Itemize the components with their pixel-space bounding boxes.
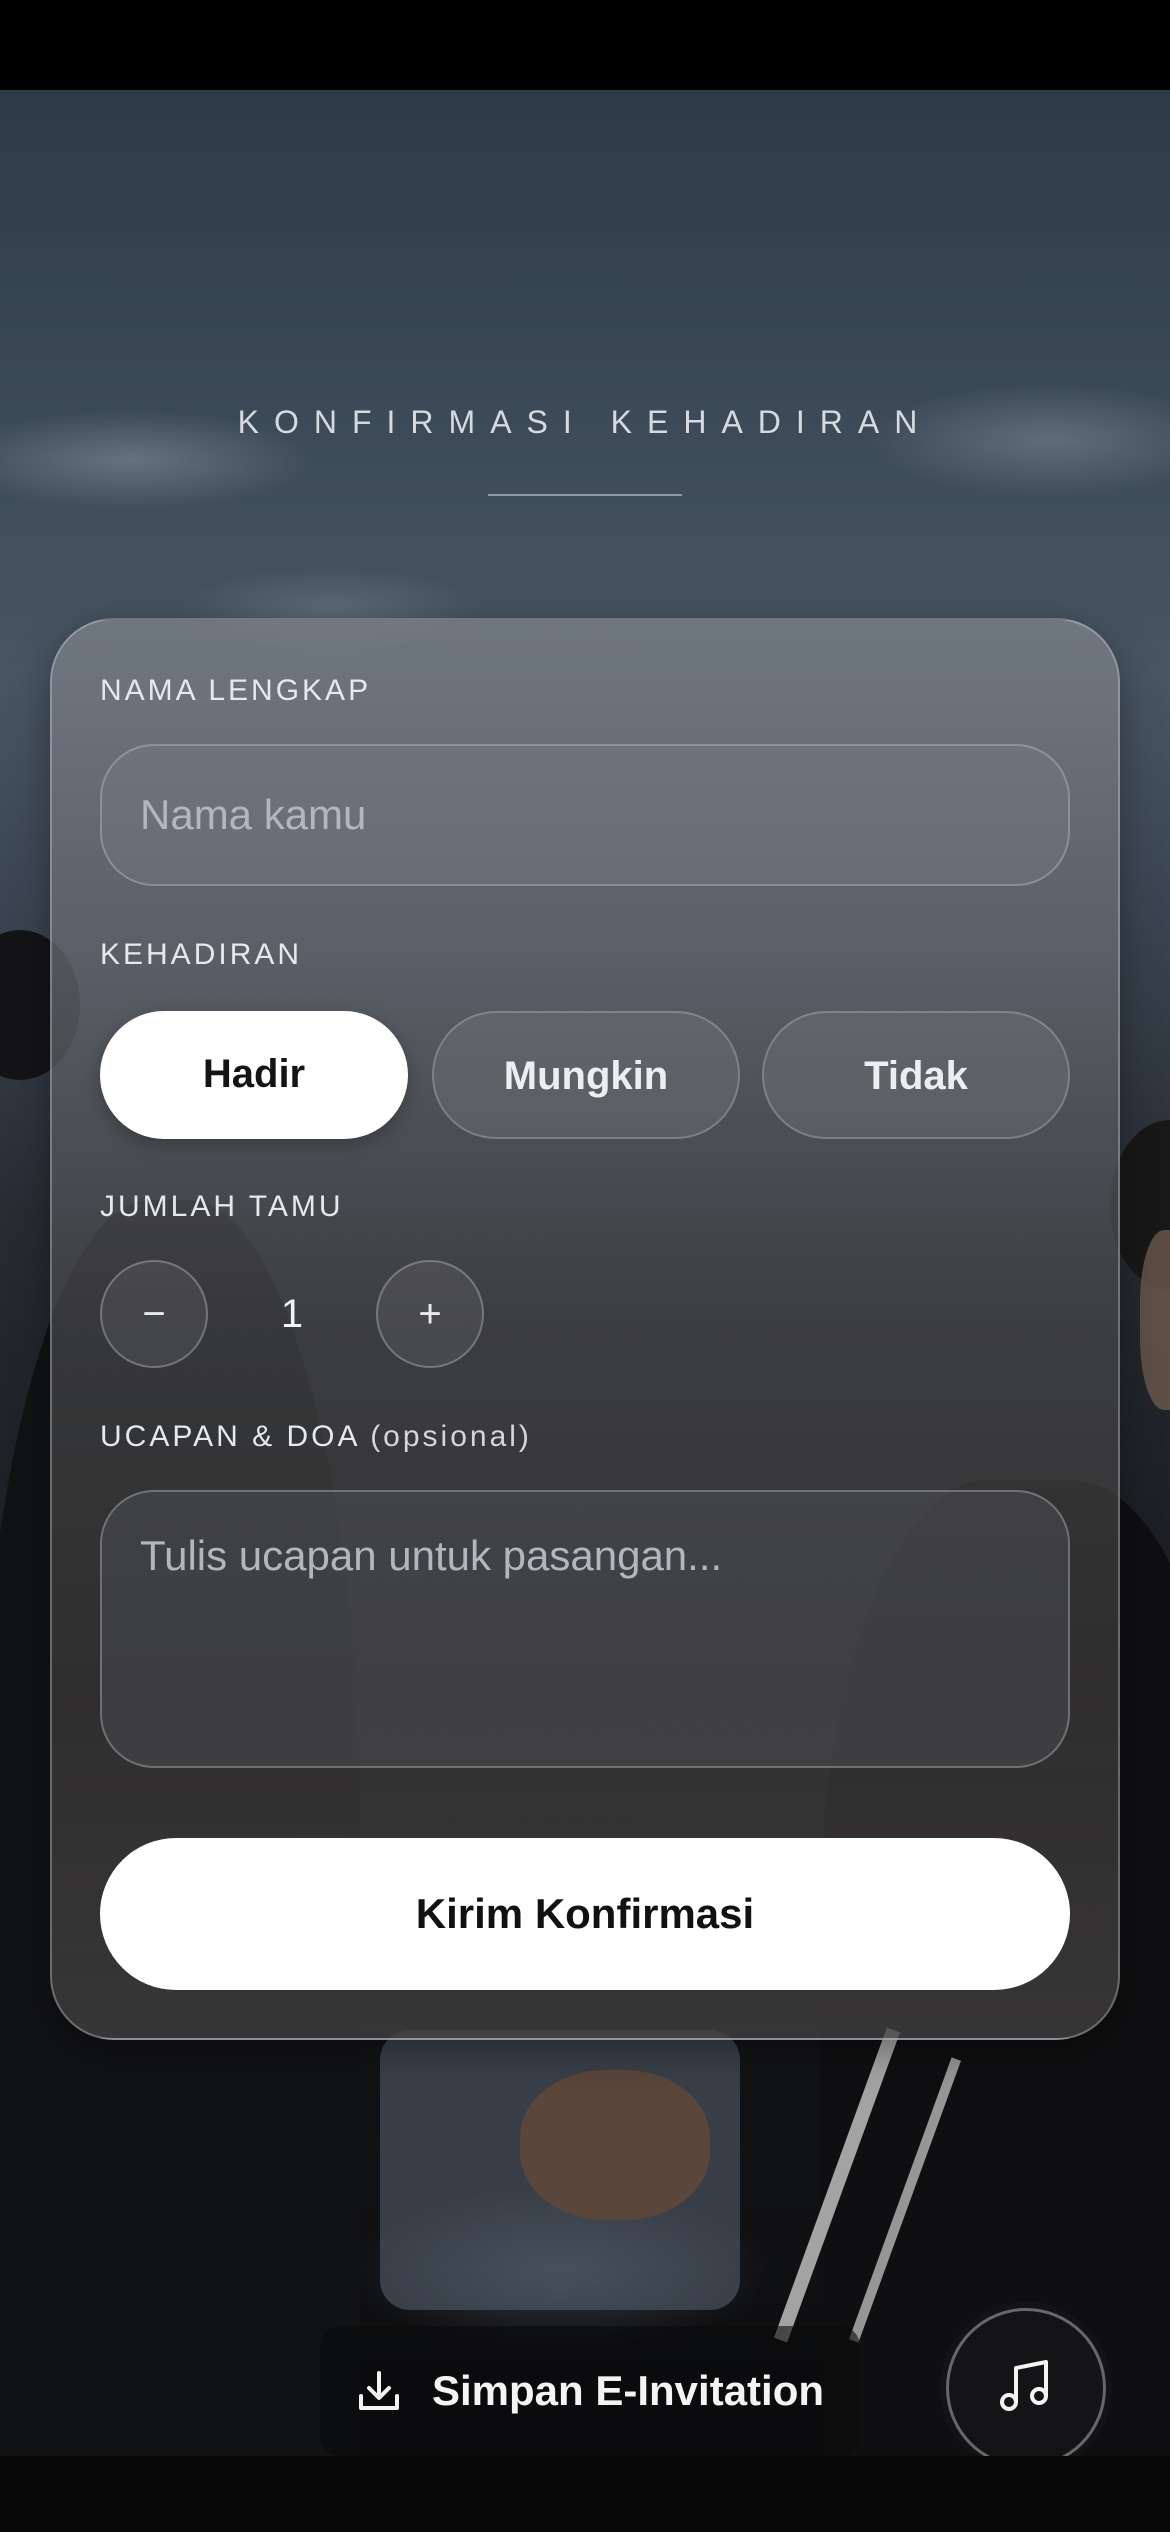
attendance-option-mungkin[interactable]: Mungkin [432,1011,740,1139]
home-indicator-area [0,2456,1170,2532]
background-figure-right-skin [1140,1230,1170,1410]
guests-label: JUMLAH TAMU [100,1190,344,1223]
guests-decrement-button[interactable]: − [100,1260,208,1368]
message-textarea[interactable]: Tulis ucapan untuk pasangan... [100,1490,1070,1768]
message-textarea-placeholder: Tulis ucapan untuk pasangan... [140,1532,723,1579]
download-icon [356,2368,402,2414]
invitation-screen: KONFIRMASI KEHADIRAN NAMA LENGKAP Nama k… [0,0,1170,2532]
title-divider [488,494,682,496]
background-holding-hands [520,2070,710,2220]
name-input[interactable]: Nama kamu [100,744,1070,886]
section-title: KONFIRMASI KEHADIRAN [237,404,933,440]
guests-increment-button[interactable]: + [376,1260,484,1368]
music-note-icon [994,2354,1058,2423]
save-invitation-label: Simpan E-Invitation [431,2367,825,2414]
submit-button[interactable]: Kirim Konfirmasi [100,1838,1070,1990]
name-label: NAMA LENGKAP [100,674,372,707]
save-invitation-button[interactable]: Simpan E-Invitation [320,2326,860,2456]
guests-count: 1 [280,1292,304,1336]
attendance-option-hadir[interactable]: Hadir [100,1011,408,1139]
name-input-placeholder: Nama kamu [140,791,367,838]
attendance-option-tidak[interactable]: Tidak [762,1011,1070,1139]
message-label-text: UCAPAN & DOA [100,1420,359,1453]
message-label-optional: (opsional) [370,1420,532,1453]
music-toggle-button[interactable] [946,2308,1106,2468]
attendance-label: KEHADIRAN [100,938,303,971]
message-label: UCAPAN & DOA (opsional) [100,1420,532,1454]
status-bar [0,0,1170,90]
